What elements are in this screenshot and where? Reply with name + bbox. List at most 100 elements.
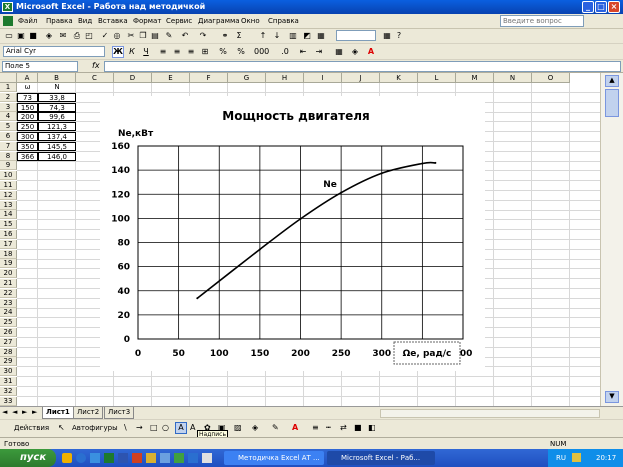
table-cell[interactable]: 145,5 — [38, 141, 76, 151]
bold-button[interactable]: Ж — [112, 46, 124, 58]
table-icon[interactable]: ▦ — [382, 31, 392, 41]
tray-icon[interactable] — [572, 453, 581, 462]
row-header-28[interactable]: 28 — [0, 347, 17, 357]
table-cell[interactable]: 366 — [17, 151, 38, 161]
spelling-icon[interactable]: ✓ — [100, 31, 110, 41]
column-header-m[interactable]: M — [456, 73, 494, 83]
row-header-21[interactable]: 21 — [0, 279, 17, 288]
fill-color-icon[interactable]: ◈ — [350, 47, 360, 57]
preview-icon[interactable]: ◰ — [84, 31, 94, 41]
table-cell[interactable]: 121,3 — [38, 122, 76, 132]
font-combo[interactable]: Arial Cyr — [3, 46, 105, 57]
data-point[interactable] — [421, 162, 424, 165]
row-header-17[interactable]: 17 — [0, 239, 17, 249]
shadow-icon[interactable]: ■ — [354, 423, 362, 432]
picture-icon[interactable]: ▨ — [234, 423, 242, 432]
quicklaunch-app-icon[interactable] — [132, 453, 142, 463]
column-header-l[interactable]: L — [418, 73, 456, 83]
tab-scroll-prev-icon[interactable]: ◄ — [12, 408, 17, 416]
help-icon[interactable]: ? — [394, 31, 404, 41]
row-header-19[interactable]: 19 — [0, 259, 17, 269]
row-header-23[interactable]: 23 — [0, 298, 17, 308]
row-header-30[interactable]: 30 — [0, 367, 17, 377]
align-center-icon[interactable]: ≡ — [172, 47, 182, 57]
row-header-9[interactable]: 9 — [0, 161, 17, 171]
row-header-11[interactable]: 11 — [0, 181, 17, 190]
row-header-26[interactable]: 26 — [0, 328, 17, 337]
sort-desc-icon[interactable]: ↓ — [272, 31, 282, 41]
menu-view[interactable]: Вид — [78, 17, 92, 25]
autoshapes-menu[interactable]: Автофигуры — [72, 424, 118, 432]
wordart-icon[interactable]: A — [190, 423, 195, 432]
chart-title[interactable]: Мощность двигателя — [222, 109, 369, 123]
currency-icon[interactable]: % — [218, 47, 228, 57]
line-icon[interactable]: \ — [124, 423, 127, 432]
table-cell[interactable]: 146,0 — [38, 151, 76, 161]
tab-scroll-next-icon[interactable]: ► — [22, 408, 27, 416]
3d-icon[interactable]: ◧ — [368, 423, 376, 432]
table-cell[interactable]: 300 — [17, 132, 38, 141]
oval-icon[interactable]: ○ — [162, 423, 169, 432]
fill-color-icon[interactable]: ◈ — [252, 423, 258, 432]
series-label-ne[interactable]: Ne — [323, 180, 337, 190]
quicklaunch-app5-icon[interactable] — [188, 453, 198, 463]
italic-button[interactable]: К — [126, 46, 138, 58]
table-cell[interactable]: 137,4 — [38, 132, 76, 141]
name-box[interactable]: Поле 5 — [2, 61, 78, 72]
textbox-icon[interactable]: A — [175, 422, 187, 434]
column-header-f[interactable]: F — [190, 73, 228, 83]
row-header-33[interactable]: 33 — [0, 396, 17, 406]
table-cell[interactable]: 150 — [17, 102, 38, 112]
quicklaunch-app3-icon[interactable] — [160, 453, 170, 463]
column-header-k[interactable]: K — [380, 73, 418, 83]
data-point[interactable] — [380, 172, 383, 175]
chart-object-combo[interactable] — [336, 30, 376, 41]
copy-icon[interactable]: ❐ — [138, 31, 148, 41]
y-axis-title[interactable]: Ne,кВт — [118, 129, 154, 139]
column-header-a[interactable]: A — [17, 73, 38, 83]
quicklaunch-word-icon[interactable] — [118, 453, 128, 463]
taskbar-item-excel[interactable]: Microsoft Excel - Раб... — [327, 451, 435, 465]
column-header-n[interactable]: N — [494, 73, 532, 83]
row-header-6[interactable]: 6 — [0, 132, 17, 141]
menu-tools[interactable]: Сервис — [166, 17, 192, 25]
format-painter-icon[interactable]: ✎ — [164, 31, 174, 41]
undo-icon[interactable]: ↶ — [180, 31, 190, 41]
start-button[interactable]: пуск — [0, 449, 56, 467]
new-icon[interactable]: ▭ — [4, 31, 14, 41]
close-button[interactable]: × — [608, 1, 620, 13]
table-cell[interactable]: 250 — [17, 122, 38, 132]
tab-scroll-last-icon[interactable]: ► — [32, 408, 37, 416]
x-axis-title[interactable]: Ωe, рад/с — [403, 349, 452, 359]
scroll-down-icon[interactable]: ▼ — [605, 391, 619, 403]
quicklaunch-desktop-icon[interactable] — [90, 453, 100, 463]
select-objects-icon[interactable]: ↖ — [58, 423, 65, 432]
underline-button[interactable]: Ч — [140, 46, 152, 58]
row-header-18[interactable]: 18 — [0, 249, 17, 259]
open-icon[interactable]: ▣ — [16, 31, 26, 41]
column-header-c[interactable]: C — [76, 73, 114, 83]
font-color-icon[interactable]: A — [292, 423, 298, 432]
column-header-j[interactable]: J — [342, 73, 380, 83]
line-color-icon[interactable]: ✎ — [272, 423, 279, 432]
thousands-icon[interactable]: 000 — [254, 47, 269, 57]
menu-window[interactable]: Окно — [241, 17, 260, 25]
data-point[interactable] — [196, 297, 199, 300]
data-point[interactable] — [434, 161, 437, 164]
tab-sheet3[interactable]: Лист3 — [104, 407, 135, 419]
autosum-icon[interactable]: Σ — [234, 31, 244, 41]
row-header-2[interactable]: 2 — [0, 92, 17, 102]
row-header-29[interactable]: 29 — [0, 357, 17, 367]
quicklaunch-app6-icon[interactable] — [202, 453, 212, 463]
column-header-d[interactable]: D — [114, 73, 152, 83]
quicklaunch-ie-icon[interactable] — [76, 453, 86, 463]
row-header-14[interactable]: 14 — [0, 210, 17, 220]
row-header-12[interactable]: 12 — [0, 190, 17, 200]
tab-sheet1[interactable]: Лист1 — [42, 407, 74, 419]
taskbar-item-word[interactable]: Методичка Excel АТ ... — [224, 451, 324, 465]
chart-icon[interactable]: ▦ — [316, 31, 326, 41]
chart-wizard-icon[interactable]: ▥ — [288, 31, 298, 41]
chart-area[interactable]: Мощность двигателя Ne,кВт 0 50 100 150 200 25… — [100, 96, 485, 371]
row-header-3[interactable]: 3 — [0, 102, 17, 112]
decrease-indent-icon[interactable]: ⇤ — [298, 47, 308, 57]
